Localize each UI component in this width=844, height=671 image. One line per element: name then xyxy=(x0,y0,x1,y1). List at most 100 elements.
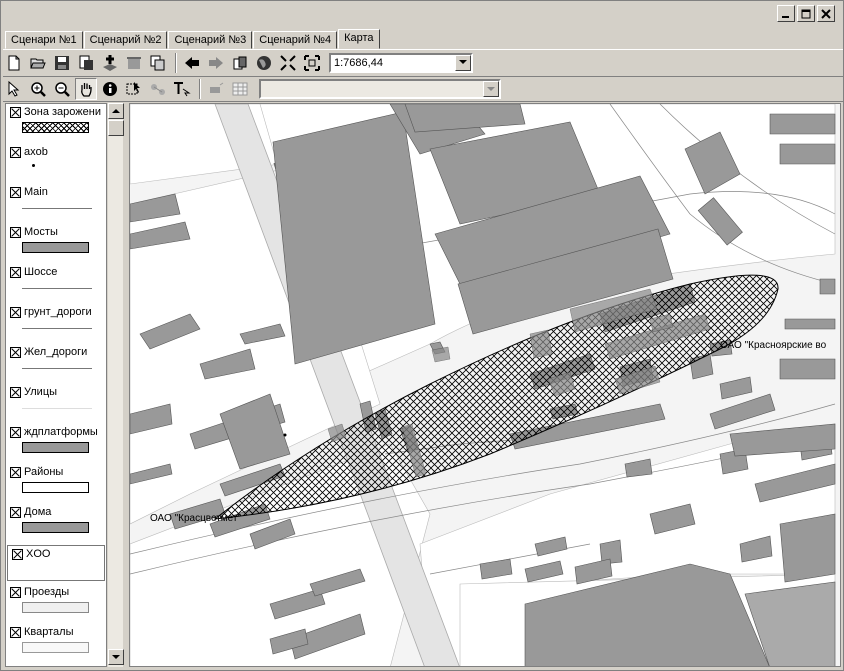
layer-checkbox[interactable] xyxy=(10,506,21,518)
layer-select[interactable] xyxy=(259,79,501,99)
disabled-tool-button[interactable] xyxy=(205,78,227,100)
scale-select[interactable]: 1:7686,44 xyxy=(329,52,473,73)
legend-label: Зона зарожени xyxy=(24,106,101,118)
forward-arrow-icon xyxy=(209,56,223,69)
layer-checkbox[interactable] xyxy=(10,346,21,358)
fill-swatch xyxy=(22,642,89,653)
legend-item-platforms[interactable]: ждплатформы xyxy=(6,424,106,464)
legend-label: Проезды xyxy=(24,586,70,598)
export-button[interactable] xyxy=(75,52,97,74)
legend-item-bridges[interactable]: Мосты xyxy=(6,224,106,264)
legend-item-houses[interactable]: Дома xyxy=(6,504,106,544)
layer-checkbox[interactable] xyxy=(10,226,21,238)
globe-button[interactable] xyxy=(253,52,275,74)
back-button[interactable] xyxy=(181,52,203,74)
scroll-thumb[interactable] xyxy=(108,120,124,136)
zoom-extent-button[interactable] xyxy=(277,52,299,74)
table-button[interactable] xyxy=(229,78,251,100)
legend-label: Кварталы xyxy=(24,626,74,638)
dot-swatch xyxy=(32,164,35,167)
legend-item-railways[interactable]: Жел_дороги xyxy=(6,344,106,384)
pan-tool-button[interactable] xyxy=(75,78,97,100)
minimize-button[interactable] xyxy=(777,5,795,22)
layer-checkbox[interactable] xyxy=(10,186,21,198)
legend-item-highway[interactable]: Шоссе xyxy=(6,264,106,304)
remove-layer-icon xyxy=(127,56,141,69)
measure-button[interactable] xyxy=(147,78,169,100)
select-area-icon xyxy=(126,82,140,95)
legend-label: XOO xyxy=(26,548,51,560)
remove-layer-button[interactable] xyxy=(123,52,145,74)
print-preview-icon xyxy=(233,56,247,69)
close-button[interactable] xyxy=(817,5,835,22)
back-arrow-icon xyxy=(185,56,199,69)
tab-scenario-3[interactable]: Сценарий №3 xyxy=(168,31,253,49)
legend-item-contamination-zone[interactable]: Зона зарожени xyxy=(6,104,106,144)
full-extent-button[interactable] xyxy=(301,52,323,74)
layer-checkbox[interactable] xyxy=(10,586,21,598)
forward-button[interactable] xyxy=(205,52,227,74)
tab-scenario-1[interactable]: Сценари №1 xyxy=(5,31,83,49)
tab-map[interactable]: Карта xyxy=(338,29,380,49)
tab-scenario-4[interactable]: Сценарий №4 xyxy=(253,31,338,49)
full-extent-icon xyxy=(304,54,320,71)
legend-item-axob[interactable]: axob xyxy=(6,144,106,184)
info-icon xyxy=(103,82,117,96)
legend-label: Улицы xyxy=(24,386,58,398)
chevron-up-icon xyxy=(112,108,120,113)
fill-swatch xyxy=(22,522,89,533)
layer-checkbox[interactable] xyxy=(10,306,21,318)
minimize-icon xyxy=(782,15,789,18)
measure-icon xyxy=(151,84,165,95)
open-button[interactable] xyxy=(27,52,49,74)
layer-checkbox[interactable] xyxy=(10,266,21,278)
layer-legend-panel: Зона зарожени axob Main Мосты Шоссе грун… xyxy=(5,103,107,667)
legend-label: axob xyxy=(24,146,48,158)
maximize-button[interactable] xyxy=(797,5,815,22)
tab-scenario-2[interactable]: Сценарий №2 xyxy=(83,31,168,49)
scroll-down-button[interactable] xyxy=(108,649,124,665)
info-button[interactable] xyxy=(99,78,121,100)
legend-item-quarters[interactable]: Кварталы xyxy=(6,624,106,664)
legend-label: грунт_дороги xyxy=(24,306,92,318)
legend-item-xoo[interactable]: XOO xyxy=(6,544,106,584)
text-tool-button[interactable] xyxy=(171,78,193,100)
legend-scrollbar[interactable] xyxy=(107,103,124,667)
legend-item-districts[interactable]: Районы xyxy=(6,464,106,504)
line-swatch xyxy=(22,288,92,289)
layer-checkbox[interactable] xyxy=(10,426,21,438)
zoom-out-icon xyxy=(55,82,70,97)
save-button[interactable] xyxy=(51,52,73,74)
pointer-tool-button[interactable] xyxy=(3,78,25,100)
map-canvas[interactable] xyxy=(130,104,841,667)
new-file-button[interactable] xyxy=(3,52,25,74)
layer-checkbox[interactable] xyxy=(10,106,21,118)
zoom-in-button[interactable] xyxy=(27,78,49,100)
axob-point[interactable] xyxy=(283,433,287,437)
legend-item-streets[interactable]: Улицы xyxy=(6,384,106,424)
layer-checkbox[interactable] xyxy=(10,626,21,638)
layer-checkbox[interactable] xyxy=(10,466,21,478)
fill-swatch xyxy=(22,602,89,613)
scroll-up-button[interactable] xyxy=(108,103,124,119)
chevron-down-icon xyxy=(112,654,120,659)
legend-label: Мосты xyxy=(24,226,58,238)
layer-dropdown-button[interactable] xyxy=(483,81,499,97)
toolbar-separator xyxy=(199,79,201,99)
print-preview-button[interactable] xyxy=(229,52,251,74)
legend-item-main[interactable]: Main xyxy=(6,184,106,224)
map-view[interactable]: ОАО "Красцветмет" ОАО "Красноярские во xyxy=(129,103,841,667)
layer-checkbox[interactable] xyxy=(12,548,23,560)
select-area-button[interactable] xyxy=(123,78,145,100)
globe-icon xyxy=(257,55,271,70)
text-tool-icon xyxy=(174,82,191,97)
add-layer-button[interactable] xyxy=(99,52,121,74)
layer-checkbox[interactable] xyxy=(10,146,21,158)
layer-checkbox[interactable] xyxy=(10,386,21,398)
copy-button[interactable] xyxy=(147,52,169,74)
zoom-out-button[interactable] xyxy=(51,78,73,100)
scale-dropdown-button[interactable] xyxy=(455,54,471,71)
legend-label: Main xyxy=(24,186,48,198)
legend-item-passages[interactable]: Проезды xyxy=(6,584,106,624)
legend-item-dirt-roads[interactable]: грунт_дороги xyxy=(6,304,106,344)
